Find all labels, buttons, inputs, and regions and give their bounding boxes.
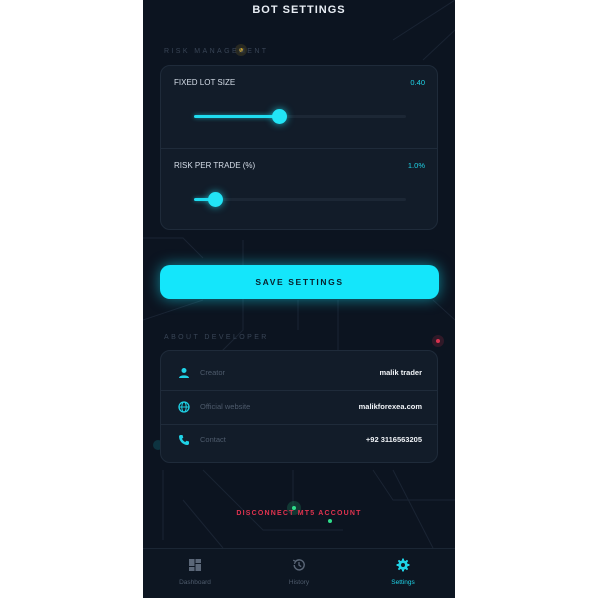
lot-size-value: 0.40	[410, 78, 425, 87]
contact-label: Contact	[200, 435, 226, 444]
history-icon	[292, 559, 305, 571]
risk-section-label: RISK MANAGEMENT	[164, 48, 269, 55]
lot-size-slider-thumb[interactable]	[271, 109, 287, 124]
nav-history-label: History	[288, 579, 310, 586]
risk-per-trade-value: 1.0%	[407, 161, 425, 170]
lot-size-label: FIXED LOT SIZE	[174, 78, 236, 87]
creator-row: Creator malik trader	[161, 357, 437, 390]
contact-row[interactable]: Contact +92 3116563205	[161, 424, 437, 457]
person-icon	[179, 368, 189, 378]
risk-card: FIXED LOT SIZE 0.40 RISK PER TRADE (%) 1…	[160, 65, 438, 230]
website-label: Official website	[200, 402, 251, 411]
nav-dashboard[interactable]: Dashboard	[143, 549, 247, 598]
website-row[interactable]: Official website malikforexea.com	[161, 391, 437, 424]
save-settings-button[interactable]: SAVE SETTINGS	[160, 265, 439, 299]
page-title: BOT SETTINGS	[252, 4, 346, 16]
nav-history[interactable]: History	[247, 549, 351, 598]
disconnect-mt5-button[interactable]: DISCONNECT MT5 ACCOUNT	[143, 510, 455, 517]
bottom-nav: Dashboard History Settings	[143, 548, 455, 598]
nav-dashboard-label: Dashboard	[179, 579, 211, 586]
developer-section-label: ABOUT DEVELOPER	[164, 334, 269, 341]
gear-icon	[396, 558, 410, 572]
creator-value: malik trader	[379, 368, 422, 377]
risk-per-trade-slider-thumb[interactable]	[208, 192, 224, 207]
developer-card: Creator malik trader Official website ma…	[160, 350, 438, 463]
creator-label: Creator	[200, 368, 226, 377]
card-divider	[161, 148, 437, 149]
dashboard-icon	[189, 559, 201, 571]
risk-per-trade-label: RISK PER TRADE (%)	[174, 161, 256, 170]
lot-size-slider-fill	[194, 115, 279, 118]
globe-icon	[178, 401, 190, 413]
lot-size-slider[interactable]	[194, 109, 406, 124]
nav-settings-label: Settings	[391, 579, 415, 586]
website-value[interactable]: malikforexea.com	[359, 402, 422, 411]
nav-settings[interactable]: Settings	[351, 549, 455, 598]
contact-value[interactable]: +92 3116563205	[366, 435, 422, 444]
app-screen: BOT SETTINGS RISK MANAGEMENT FIXED LOT S…	[143, 0, 455, 598]
phone-icon	[179, 435, 189, 445]
risk-per-trade-slider[interactable]	[194, 192, 406, 207]
